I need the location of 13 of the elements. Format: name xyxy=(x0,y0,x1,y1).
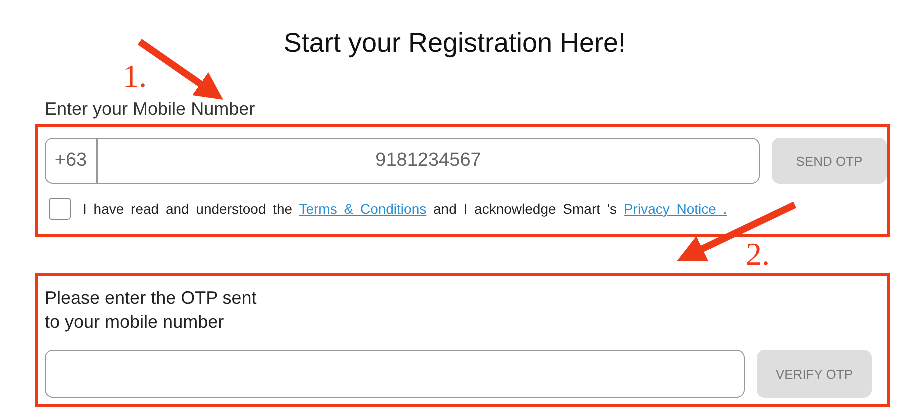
consent-text: I have read and understood the Terms & Conditions and I acknowledge Smart 's Privacy Notice . xyxy=(83,201,728,217)
otp-field[interactable] xyxy=(45,350,745,398)
page-title: Start your Registration Here! xyxy=(282,28,628,59)
terms-link[interactable]: Terms & Conditions xyxy=(299,201,427,217)
checkbox[interactable] xyxy=(49,198,71,220)
country-code: +63 xyxy=(46,139,98,183)
step-number: 2. xyxy=(746,236,770,273)
field-label: Enter your Mobile Number xyxy=(45,99,256,120)
phone-field[interactable]: +63 9181234567 xyxy=(45,138,760,184)
field-label: Please enter the OTP sent to your mobile number xyxy=(45,287,258,334)
privacy-link[interactable]: Privacy Notice . xyxy=(624,201,728,217)
phone-number: 9181234567 xyxy=(374,149,482,173)
step-number: 1. xyxy=(123,58,147,95)
